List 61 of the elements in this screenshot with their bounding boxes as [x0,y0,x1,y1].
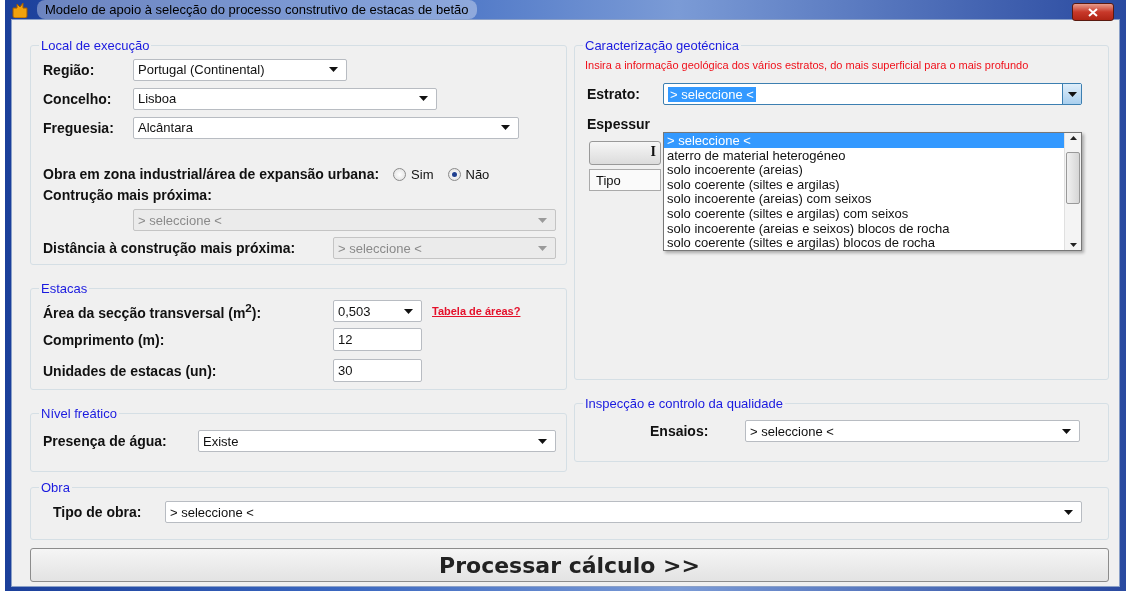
column-header: Tipo [589,169,661,191]
caret-icon [404,308,413,314]
field-label: Distância à construção mais próxima: [43,240,297,256]
field-label: Estrato: [587,86,641,102]
list-item[interactable]: solo incoerente (areias) [664,162,1064,177]
radio-button[interactable]: Não [447,167,490,182]
process-button[interactable]: Processar cálculo >> [30,548,1109,582]
group-title: Inspecção e controlo da qualidade [584,396,785,411]
caret-icon [538,217,547,223]
dropdown[interactable]: > seleccione < [745,420,1080,442]
input-field[interactable]: 12 [333,328,422,351]
field-label: Espessur [587,116,651,132]
dropdown[interactable]: Lisboa [133,87,437,110]
caret-icon [1064,509,1073,515]
dropdown[interactable]: Portugal (Continental) [133,58,347,81]
group-title: Caracterização geotécnica [584,38,740,53]
field-label: Unidades de estacas (un): [43,362,218,379]
field-label: Presença de água: [43,433,168,449]
field-label: Obra em zona industrial/área de expansão urbana: [43,166,380,182]
radio-button[interactable]: Sim [393,167,434,182]
app-icon [11,1,29,18]
dropdown[interactable]: Existe [198,430,556,452]
caret-icon [329,67,338,72]
scroll-thumb[interactable] [1066,151,1080,204]
caret-icon [538,438,547,444]
caret-icon [1067,91,1077,97]
instruction-text: Insira a informação geológica dos vários estratos, do mais superficial para o mais profundo [585,59,1030,71]
field-label: Freguesia: [43,119,115,136]
close-button[interactable] [1072,3,1114,21]
list-item[interactable]: solo coerente (siltes e argilas) [664,176,1064,192]
scrollbar[interactable] [1064,133,1081,250]
list-item[interactable]: solo incoerente (areias e seixos) blocos de rocha [664,220,1064,236]
list-item[interactable]: solo coerente (siltes e argilas) blocos de rocha [664,235,1064,250]
list-item[interactable]: solo coerente (siltes e argilas) com seixos [664,205,1064,221]
dropdown[interactable]: Alcântara [133,116,519,139]
window-title: Modelo de apoio à selecção do processo construtivo de estacas de betão [37,0,477,19]
field-label: Tipo de obra: [52,504,143,520]
field-label: Concelho: [43,90,113,107]
caret-icon [501,125,510,130]
list-item[interactable]: solo incoerente (areias) com seixos [664,191,1064,206]
group-title: Estacas [40,281,89,296]
scroll-up-icon[interactable] [1069,136,1077,140]
group-title: Nível freático [40,406,118,421]
table-button[interactable]: I [589,141,661,165]
field-label: Ensaios: [649,423,710,439]
caret-icon [1062,428,1071,434]
field-label: Área da secção transversal (m$^{2}$): [43,301,263,321]
group-title: Obra [40,480,71,495]
caret-icon [538,245,547,251]
input-field[interactable]: 30 [333,359,422,382]
field-label: Contrução mais próxima: [43,186,212,203]
close-icon [1088,7,1098,17]
help-link[interactable]: Tabela de áreas? [432,305,521,317]
dropdown[interactable]: 0,503 [333,300,422,322]
group-title: Local de execução [40,38,151,53]
field-label: Comprimento (m): [43,331,166,348]
scroll-down-icon[interactable] [1069,243,1077,247]
dropdown[interactable]: > seleccione < [165,501,1082,523]
list-item[interactable]: aterro de material heterogéneo [664,147,1064,163]
field-label: Região: [43,61,96,78]
caret-icon [419,96,428,101]
